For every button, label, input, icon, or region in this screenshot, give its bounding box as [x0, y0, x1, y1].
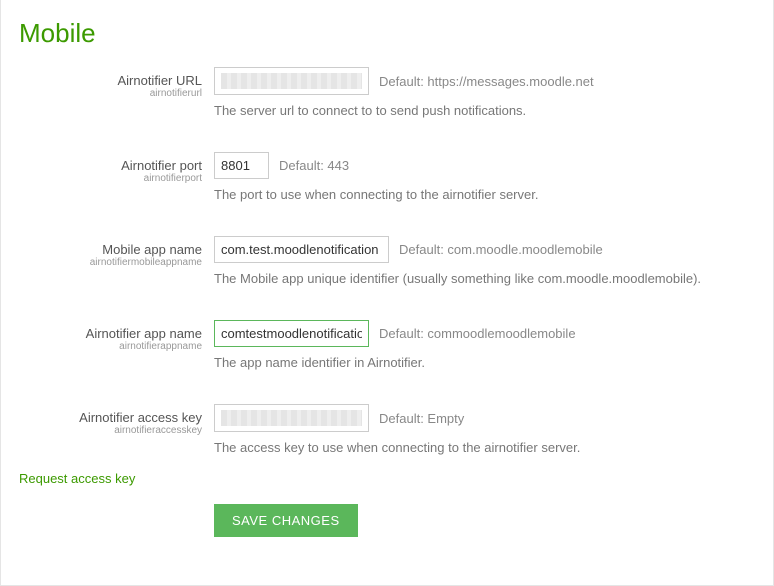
field-label: Airnotifier URL: [19, 73, 202, 88]
field-desc: The Mobile app unique identifier (usuall…: [214, 271, 755, 286]
field-label: Airnotifier port: [19, 158, 202, 173]
field-col: Default: Empty The access key to use whe…: [214, 404, 755, 455]
field-mobile-app-name: Mobile app name airnotifiermobileappname…: [19, 236, 755, 286]
field-label: Airnotifier access key: [19, 410, 202, 425]
field-desc: The app name identifier in Airnotifier.: [214, 355, 755, 370]
label-col: Airnotifier URL airnotifierurl: [19, 67, 214, 118]
default-text: Default: commoodlemoodlemobile: [379, 326, 576, 341]
field-label: Airnotifier app name: [19, 326, 202, 341]
label-col: Airnotifier port airnotifierport: [19, 152, 214, 202]
field-name: airnotifierappname: [19, 341, 202, 352]
field-name: airnotifieraccesskey: [19, 425, 202, 436]
airnotifier-app-name-input[interactable]: [214, 320, 369, 347]
default-text: Default: com.moodle.moodlemobile: [399, 242, 603, 257]
input-line: Default: com.moodle.moodlemobile: [214, 236, 755, 263]
field-col: Default: com.moodle.moodlemobile The Mob…: [214, 236, 755, 286]
save-changes-button[interactable]: SAVE CHANGES: [214, 504, 358, 537]
page-title: Mobile: [19, 18, 755, 49]
default-text: Default: Empty: [379, 411, 464, 426]
airnotifier-port-input[interactable]: [214, 152, 269, 179]
default-text: Default: 443: [279, 158, 349, 173]
field-name: airnotifierport: [19, 173, 202, 184]
field-desc: The server url to connect to to send pus…: [214, 103, 755, 118]
field-label: Mobile app name: [19, 242, 202, 257]
default-text: Default: https://messages.moodle.net: [379, 74, 594, 89]
field-airnotifier-app-name: Airnotifier app name airnotifierappname …: [19, 320, 755, 370]
field-airnotifier-access-key: Airnotifier access key airnotifieraccess…: [19, 404, 755, 455]
label-col: Airnotifier app name airnotifierappname: [19, 320, 214, 370]
field-desc: The port to use when connecting to the a…: [214, 187, 755, 202]
input-line: Default: https://messages.moodle.net: [214, 67, 755, 95]
field-col: Default: https://messages.moodle.net The…: [214, 67, 755, 118]
field-col: Default: 443 The port to use when connec…: [214, 152, 755, 202]
airnotifier-access-key-input-redacted[interactable]: [214, 404, 369, 432]
airnotifier-url-input-redacted[interactable]: [214, 67, 369, 95]
field-airnotifier-url: Airnotifier URL airnotifierurl Default: …: [19, 67, 755, 118]
input-line: Default: 443: [214, 152, 755, 179]
label-col: Airnotifier access key airnotifieraccess…: [19, 404, 214, 455]
settings-panel: Mobile Airnotifier URL airnotifierurl De…: [0, 0, 774, 586]
field-col: Default: commoodlemoodlemobile The app n…: [214, 320, 755, 370]
field-airnotifier-port: Airnotifier port airnotifierport Default…: [19, 152, 755, 202]
label-col: Mobile app name airnotifiermobileappname: [19, 236, 214, 286]
mobile-app-name-input[interactable]: [214, 236, 389, 263]
input-line: Default: Empty: [214, 404, 755, 432]
request-access-key-link[interactable]: Request access key: [19, 471, 135, 486]
field-name: airnotifiermobileappname: [19, 257, 202, 268]
field-desc: The access key to use when connecting to…: [214, 440, 755, 455]
form-actions: SAVE CHANGES: [214, 504, 755, 537]
field-name: airnotifierurl: [19, 88, 202, 99]
input-line: Default: commoodlemoodlemobile: [214, 320, 755, 347]
